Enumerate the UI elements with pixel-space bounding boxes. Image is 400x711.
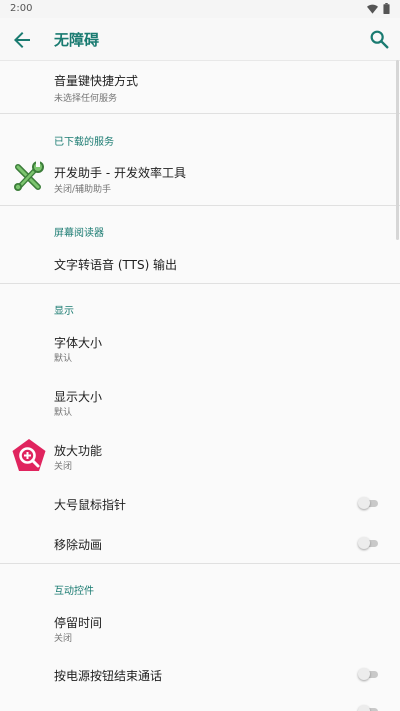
status-bar: 2:00 — [0, 0, 400, 18]
display-size-item[interactable]: 显示大小 默认 — [0, 376, 400, 426]
remove-animations-item[interactable]: 移除动画 — [0, 524, 400, 562]
magnification-subtitle: 关闭 — [54, 462, 73, 472]
arrow-back-icon[interactable] — [10, 28, 34, 52]
divider — [0, 205, 400, 206]
dev-helper-title: 开发助手 - 开发效率工具 — [54, 166, 186, 180]
category-interaction-controls: 互动控件 — [54, 586, 94, 597]
divider — [0, 113, 400, 114]
divider — [0, 563, 400, 564]
font-size-title: 字体大小 — [54, 336, 103, 350]
magnification-title: 放大功能 — [54, 444, 103, 458]
auto-rotate-item[interactable] — [0, 695, 400, 711]
large-pointer-item[interactable]: 大号鼠标指针 — [0, 484, 400, 522]
status-icons — [367, 3, 390, 14]
status-time: 2:00 — [10, 3, 33, 14]
scrollbar[interactable] — [396, 60, 399, 240]
dev-helper-item[interactable]: 开发助手 - 开发效率工具 关闭/辅助助手 — [0, 152, 400, 204]
dwell-time-subtitle: 关闭 — [54, 634, 73, 644]
display-size-subtitle: 默认 — [54, 408, 73, 418]
wifi-icon — [367, 4, 378, 14]
magnifier-icon — [12, 439, 46, 471]
font-size-subtitle: 默认 — [54, 354, 73, 364]
tts-output-item[interactable]: 文字转语音 (TTS) 输出 — [0, 246, 400, 282]
category-downloaded-services: 已下载的服务 — [54, 137, 114, 148]
large-pointer-title: 大号鼠标指针 — [54, 498, 127, 512]
dwell-time-title: 停留时间 — [54, 616, 103, 630]
category-screen-reader: 屏幕阅读器 — [54, 228, 104, 239]
font-size-item[interactable]: 字体大小 默认 — [0, 322, 400, 372]
power-button-ends-call-toggle[interactable] — [358, 668, 378, 680]
power-button-ends-call-item[interactable]: 按电源按钮结束通话 — [0, 655, 400, 693]
battery-icon — [383, 3, 390, 14]
remove-animations-toggle[interactable] — [358, 537, 378, 549]
auto-rotate-toggle[interactable] — [358, 705, 378, 711]
dwell-time-item[interactable]: 停留时间 关闭 — [0, 602, 400, 652]
tools-icon — [14, 161, 44, 191]
volume-shortcut-subtitle: 未选择任何服务 — [54, 94, 118, 104]
volume-shortcut-item[interactable]: 音量键快捷方式 未选择任何服务 — [0, 60, 400, 112]
display-size-title: 显示大小 — [54, 390, 103, 404]
volume-shortcut-title: 音量键快捷方式 — [54, 74, 139, 88]
search-icon[interactable] — [368, 28, 390, 50]
divider — [0, 283, 400, 284]
page-title: 无障碍 — [54, 31, 100, 49]
power-button-ends-call-title: 按电源按钮结束通话 — [54, 669, 163, 683]
app-bar: 无障碍 — [0, 18, 400, 61]
dev-helper-subtitle: 关闭/辅助助手 — [54, 185, 112, 195]
large-pointer-toggle[interactable] — [358, 497, 378, 509]
tts-output-title: 文字转语音 (TTS) 输出 — [54, 258, 178, 272]
remove-animations-title: 移除动画 — [54, 538, 103, 552]
magnification-item[interactable]: 放大功能 关闭 — [0, 430, 400, 480]
category-display: 显示 — [54, 306, 74, 317]
